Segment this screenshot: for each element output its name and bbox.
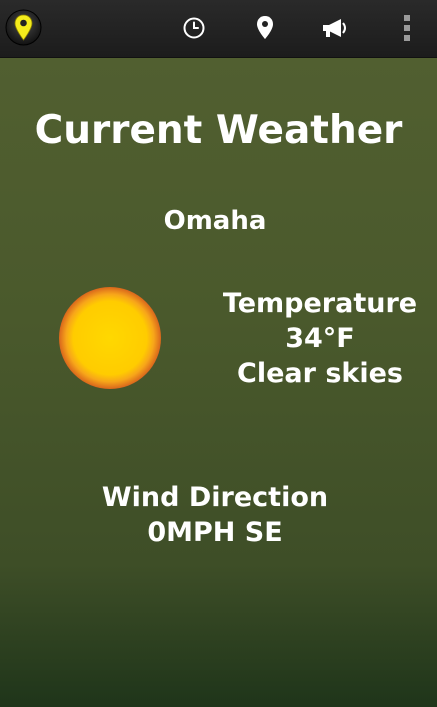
city-name: Omaha [163,206,267,236]
action-bar [0,0,437,58]
temperature-block: Temperature 34°F Clear skies [220,286,420,391]
temperature-value: 34°F [285,323,355,354]
wind-value: 0MPH SE [147,517,283,548]
page-title: Current Weather [34,108,403,153]
location-button[interactable] [248,11,282,45]
sun-icon [59,287,161,389]
overflow-menu-icon [404,15,410,41]
history-button[interactable] [177,11,211,45]
weather-screen: Current Weather Omaha Temperature 34°F C… [0,0,437,707]
temperature-label: Temperature [222,288,418,319]
megaphone-icon [323,19,346,37]
wind-block: Wind Direction 0MPH SE [100,480,330,550]
announce-button[interactable] [318,11,352,45]
map-pin-icon[interactable] [5,9,42,46]
wind-label: Wind Direction [101,482,329,513]
overflow-menu-button[interactable] [390,11,424,45]
condition-text: Clear skies [237,358,403,389]
location-pin-icon [257,16,273,39]
clock-icon [183,17,205,39]
weather-content: Current Weather Omaha Temperature 34°F C… [0,58,437,707]
